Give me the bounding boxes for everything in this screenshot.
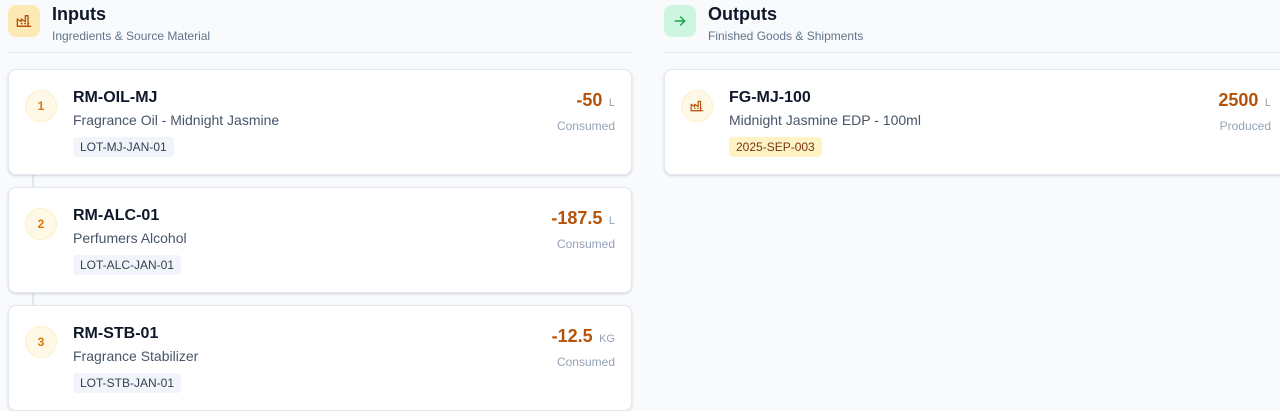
inputs-subtitle: Ingredients & Source Material xyxy=(52,29,211,43)
input-card[interactable]: 2 RM-ALC-01 Perfumers Alcohol LOT-ALC-JA… xyxy=(8,187,632,293)
step-badge: 3 xyxy=(25,326,57,358)
outputs-list: FG-MJ-100 Midnight Jasmine EDP - 100ml 2… xyxy=(664,69,1280,175)
arrow-right-icon xyxy=(664,5,696,37)
factory-icon xyxy=(8,5,40,37)
outputs-section: Outputs Finished Goods & Shipments FG-MJ… xyxy=(664,0,1280,187)
outputs-title: Outputs xyxy=(708,4,777,24)
item-description: Perfumers Alcohol xyxy=(73,230,187,246)
quantity-value: 2500 xyxy=(1218,90,1259,110)
input-card[interactable]: 3 RM-STB-01 Fragrance Stabilizer LOT-STB… xyxy=(8,305,632,411)
quantity-status: Consumed xyxy=(556,237,615,251)
inputs-list: 1 RM-OIL-MJ Fragrance Oil - Midnight Jas… xyxy=(8,69,632,411)
inputs-section: Inputs Ingredients & Source Material 1 R… xyxy=(8,0,632,411)
item-description: Midnight Jasmine EDP - 100ml xyxy=(729,112,921,128)
output-card[interactable]: FG-MJ-100 Midnight Jasmine EDP - 100ml 2… xyxy=(664,69,1280,175)
item-description: Fragrance Oil - Midnight Jasmine xyxy=(73,112,280,128)
quantity-status: Produced xyxy=(1219,119,1271,133)
quantity-unit: L xyxy=(1264,97,1271,109)
outputs-subtitle: Finished Goods & Shipments xyxy=(708,29,864,43)
factory-icon xyxy=(681,90,713,122)
quantity-value: -50 xyxy=(576,90,603,110)
input-card[interactable]: 1 RM-OIL-MJ Fragrance Oil - Midnight Jas… xyxy=(8,69,632,175)
lot-tag[interactable]: LOT-STB-JAN-01 xyxy=(73,373,182,393)
quantity: 2500 L xyxy=(1218,90,1271,111)
outputs-header: Outputs Finished Goods & Shipments xyxy=(664,0,1280,53)
quantity: -187.5 L xyxy=(551,208,615,229)
quantity-status: Consumed xyxy=(556,119,615,133)
quantity: -12.5 KG xyxy=(552,326,615,347)
quantity-unit: KG xyxy=(599,333,615,345)
quantity-unit: L xyxy=(608,215,615,227)
item-code: RM-ALC-01 xyxy=(73,207,160,224)
item-code: FG-MJ-100 xyxy=(729,89,811,106)
quantity-status: Consumed xyxy=(556,355,615,369)
batch-tag[interactable]: 2025-SEP-003 xyxy=(729,137,822,157)
quantity-value: -12.5 xyxy=(551,326,593,346)
quantity: -50 L xyxy=(576,90,615,111)
item-description: Fragrance Stabilizer xyxy=(73,348,199,364)
quantity-unit: L xyxy=(608,97,615,109)
inputs-title: Inputs xyxy=(52,4,106,24)
inputs-header: Inputs Ingredients & Source Material xyxy=(8,0,632,53)
step-badge: 2 xyxy=(25,208,57,240)
item-code: RM-OIL-MJ xyxy=(73,89,158,106)
quantity-value: -187.5 xyxy=(551,208,603,228)
step-badge: 1 xyxy=(25,90,57,122)
lot-tag[interactable]: LOT-MJ-JAN-01 xyxy=(73,137,174,157)
item-code: RM-STB-01 xyxy=(73,325,159,342)
lot-tag[interactable]: LOT-ALC-JAN-01 xyxy=(73,255,182,275)
